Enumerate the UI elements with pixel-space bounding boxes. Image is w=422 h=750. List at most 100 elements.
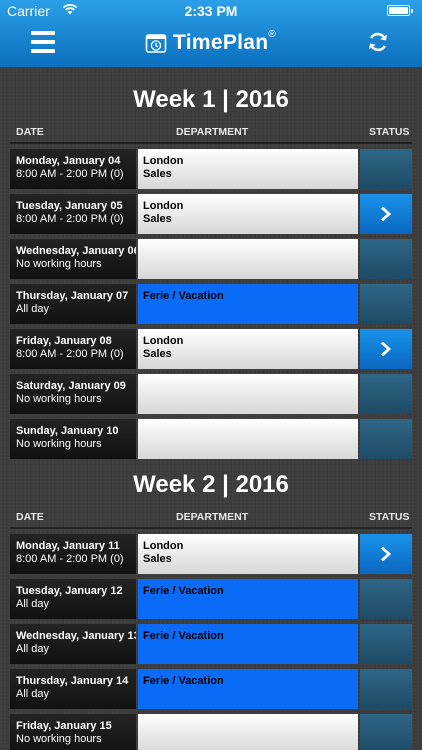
department-location: Ferie / Vacation <box>143 675 224 687</box>
day-date: Monday, January 04 <box>16 155 121 167</box>
day-date: Thursday, January 07 <box>16 290 129 302</box>
status-detail-button[interactable] <box>360 534 412 574</box>
day-row[interactable]: Tuesday, January 12 All day Ferie / Vacati… <box>10 579 412 619</box>
day-row[interactable]: Tuesday, January 05 8:00 AM - 2:00 PM (0)… <box>10 194 412 234</box>
chevron-right-icon <box>381 207 392 221</box>
day-row[interactable]: Wednesday, January 13 All day Ferie / Vaca… <box>10 624 412 664</box>
chevron-right-icon <box>381 342 392 356</box>
day-date: Wednesday, January 06 <box>16 245 136 257</box>
department-location: London <box>143 335 184 347</box>
status-cell <box>360 714 412 750</box>
week-title: Week 2 | 2016 <box>133 471 289 498</box>
status-cell <box>360 419 412 459</box>
day-hours: 8:00 AM - 2:00 PM (0) <box>16 348 124 360</box>
department-location: Ferie / Vacation <box>143 630 224 642</box>
department-cell <box>138 714 358 750</box>
status-detail-button[interactable] <box>360 194 412 234</box>
day-date: Thursday, January 14 <box>16 675 129 687</box>
day-date: Monday, January 11 <box>16 540 120 552</box>
day-row[interactable]: Friday, January 08 8:00 AM - 2:00 PM (0) L… <box>10 329 412 369</box>
column-headers: DATE DEPARTMENT STATUS <box>0 124 422 140</box>
status-cell <box>360 374 412 414</box>
status-cell <box>360 579 412 619</box>
day-date-cell: Tuesday, January 05 8:00 AM - 2:00 PM (0) <box>10 194 136 234</box>
day-date-cell: Wednesday, January 13 All day <box>10 624 136 664</box>
status-detail-button[interactable] <box>360 329 412 369</box>
day-hours: No working hours <box>16 393 102 405</box>
day-date-cell: Thursday, January 07 All day <box>10 284 136 324</box>
status-cell <box>360 149 412 189</box>
day-hours: All day <box>16 303 50 315</box>
day-date: Tuesday, January 05 <box>16 200 123 212</box>
day-hours: 8:00 AM - 2:00 PM (0) <box>16 213 124 225</box>
column-header-department: DEPARTMENT <box>176 126 249 138</box>
status-cell <box>360 239 412 279</box>
day-date-cell: Thursday, January 14 All day <box>10 669 136 709</box>
column-header-status: STATUS <box>369 511 410 523</box>
department-cell: Ferie / Vacation <box>138 624 358 664</box>
status-bar: Carrier 2:33 PM <box>0 0 422 22</box>
day-row[interactable]: Saturday, January 09 No working hours <box>10 374 412 414</box>
department-cell: London Sales <box>138 329 358 369</box>
day-date-cell: Monday, January 04 8:00 AM - 2:00 PM (0) <box>10 149 136 189</box>
status-cell <box>360 669 412 709</box>
day-hours: No working hours <box>16 438 102 450</box>
status-cell <box>360 284 412 324</box>
app-title: TimePlan® <box>173 29 277 54</box>
column-header-status: STATUS <box>369 126 410 138</box>
department-cell <box>138 374 358 414</box>
day-row[interactable]: Thursday, January 14 All day Ferie / Vacat… <box>10 669 412 709</box>
day-row[interactable]: Monday, January 11 8:00 AM - 2:00 PM (0) L… <box>10 534 412 574</box>
department-name: Sales <box>143 213 172 225</box>
day-row[interactable]: Monday, January 04 8:00 AM - 2:00 PM (0) L… <box>10 149 412 189</box>
department-location: London <box>143 155 184 167</box>
week-title: Week 1 | 2016 <box>133 86 289 113</box>
department-cell: London Sales <box>138 149 358 189</box>
refresh-icon[interactable] <box>366 30 390 54</box>
day-hours: No working hours <box>16 258 102 270</box>
day-row[interactable]: Friday, January 15 No working hours <box>10 714 412 750</box>
column-header-date: DATE <box>16 126 44 138</box>
day-hours: All day <box>16 643 50 655</box>
day-row[interactable]: Wednesday, January 06 No working hours <box>10 239 412 279</box>
battery-icon <box>387 5 413 16</box>
day-row[interactable]: Thursday, January 07 All day Ferie / Vacat… <box>10 284 412 324</box>
header-divider <box>10 527 412 529</box>
day-date-cell: Sunday, January 10 No working hours <box>10 419 136 459</box>
day-hours: No working hours <box>16 733 102 745</box>
menu-button[interactable] <box>31 31 55 53</box>
day-row[interactable]: Sunday, January 10 No working hours <box>10 419 412 459</box>
day-date: Saturday, January 09 <box>16 380 126 392</box>
department-location: London <box>143 540 184 552</box>
clock-label: 2:33 PM <box>184 3 238 19</box>
day-date-cell: Wednesday, January 06 No working hours <box>10 239 136 279</box>
column-header-department: DEPARTMENT <box>176 511 249 523</box>
day-date-cell: Friday, January 15 No working hours <box>10 714 136 750</box>
department-cell: London Sales <box>138 534 358 574</box>
department-cell: London Sales <box>138 194 358 234</box>
department-location: Ferie / Vacation <box>143 585 224 597</box>
app-logo: TimePlan® <box>145 29 277 56</box>
status-cell <box>360 624 412 664</box>
department-name: Sales <box>143 168 172 180</box>
day-date-cell: Tuesday, January 12 All day <box>10 579 136 619</box>
column-header-date: DATE <box>16 511 44 523</box>
department-cell <box>138 239 358 279</box>
department-name: Sales <box>143 348 172 360</box>
department-name: Sales <box>143 553 172 565</box>
top-bar: Carrier 2:33 PM TimePlan® <box>0 0 422 68</box>
hamburger-icon <box>31 31 55 35</box>
department-cell: Ferie / Vacation <box>138 579 358 619</box>
department-location: Ferie / Vacation <box>143 290 224 302</box>
day-date: Friday, January 08 <box>16 335 112 347</box>
column-headers: DATE DEPARTMENT STATUS <box>0 509 422 525</box>
chevron-right-icon <box>381 547 392 561</box>
day-date: Sunday, January 10 <box>16 425 119 437</box>
department-cell: Ferie / Vacation <box>138 669 358 709</box>
day-hours: 8:00 AM - 2:00 PM (0) <box>16 553 124 565</box>
department-cell <box>138 419 358 459</box>
day-date-cell: Friday, January 08 8:00 AM - 2:00 PM (0) <box>10 329 136 369</box>
timeplan-logo-icon <box>145 34 167 53</box>
day-date: Wednesday, January 13 <box>16 630 136 642</box>
day-date-cell: Monday, January 11 8:00 AM - 2:00 PM (0) <box>10 534 136 574</box>
